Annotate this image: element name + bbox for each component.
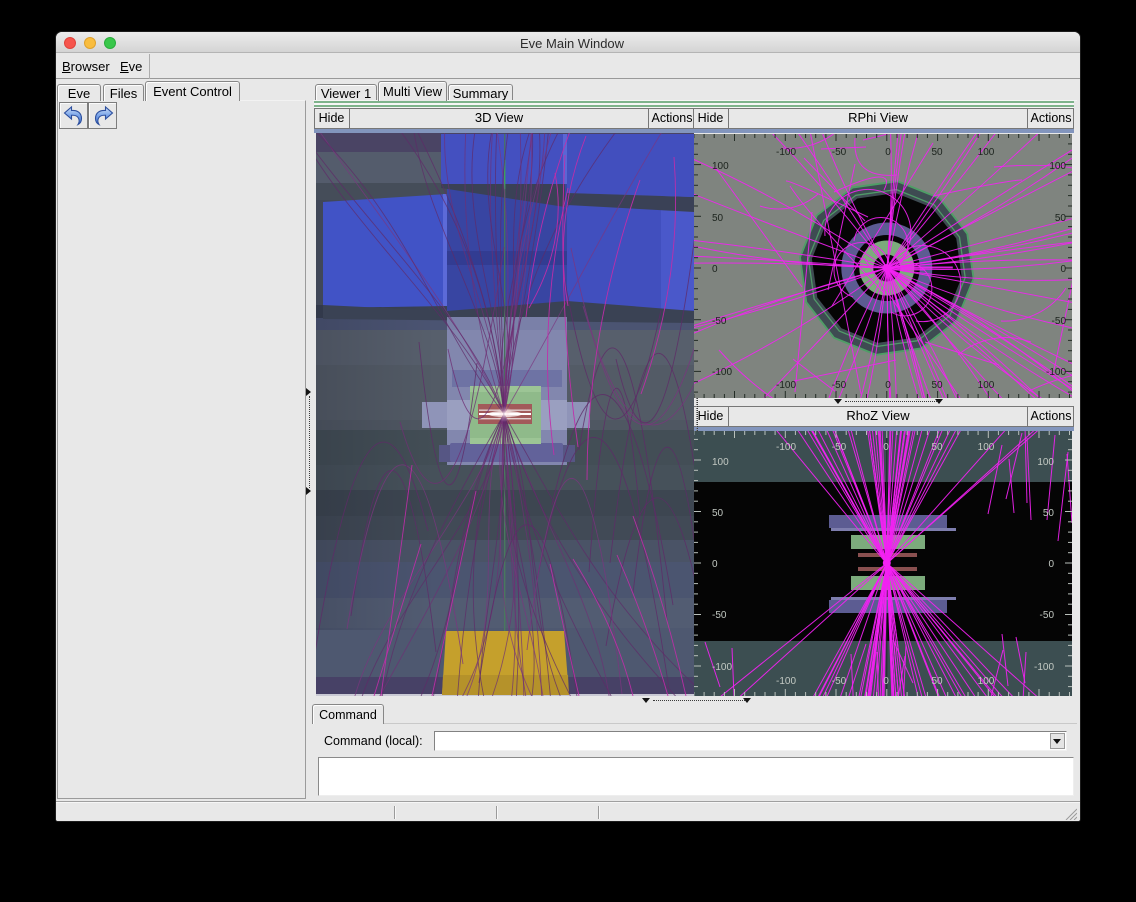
svg-text:-100: -100	[1046, 367, 1066, 378]
svg-text:0: 0	[712, 264, 718, 275]
svg-text:100: 100	[712, 161, 729, 172]
svg-text:0: 0	[883, 442, 889, 453]
svg-text:-50: -50	[1052, 316, 1067, 327]
svg-text:100: 100	[1049, 161, 1066, 172]
svg-text:100: 100	[978, 442, 995, 453]
svg-text:0: 0	[883, 676, 889, 687]
svg-text:50: 50	[931, 676, 943, 687]
svg-text:50: 50	[931, 380, 943, 391]
svg-text:50: 50	[712, 213, 724, 224]
svg-text:100: 100	[712, 457, 729, 468]
svg-text:-50: -50	[832, 676, 847, 687]
svg-text:-50: -50	[832, 147, 847, 158]
svg-text:50: 50	[1043, 508, 1055, 519]
svg-text:100: 100	[978, 147, 995, 158]
svg-text:-50: -50	[1040, 610, 1055, 621]
svg-text:-100: -100	[712, 367, 732, 378]
svg-text:0: 0	[885, 147, 891, 158]
svg-text:-50: -50	[712, 316, 727, 327]
svg-text:-100: -100	[776, 380, 796, 391]
svg-text:-100: -100	[712, 662, 732, 673]
svg-text:-100: -100	[776, 442, 796, 453]
svg-text:0: 0	[885, 380, 891, 391]
svg-text:100: 100	[978, 380, 995, 391]
svg-text:-100: -100	[1034, 662, 1054, 673]
svg-text:-50: -50	[832, 442, 847, 453]
svg-text:0: 0	[1060, 264, 1066, 275]
svg-text:100: 100	[1037, 457, 1054, 468]
svg-text:0: 0	[712, 559, 718, 570]
svg-text:-100: -100	[776, 147, 796, 158]
svg-text:50: 50	[931, 147, 943, 158]
svg-text:100: 100	[978, 676, 995, 687]
svg-text:0: 0	[1048, 559, 1054, 570]
svg-text:50: 50	[1055, 213, 1067, 224]
svg-text:-50: -50	[712, 610, 727, 621]
svg-text:50: 50	[712, 508, 724, 519]
svg-text:-50: -50	[832, 380, 847, 391]
svg-text:50: 50	[931, 442, 943, 453]
svg-text:-100: -100	[776, 676, 796, 687]
